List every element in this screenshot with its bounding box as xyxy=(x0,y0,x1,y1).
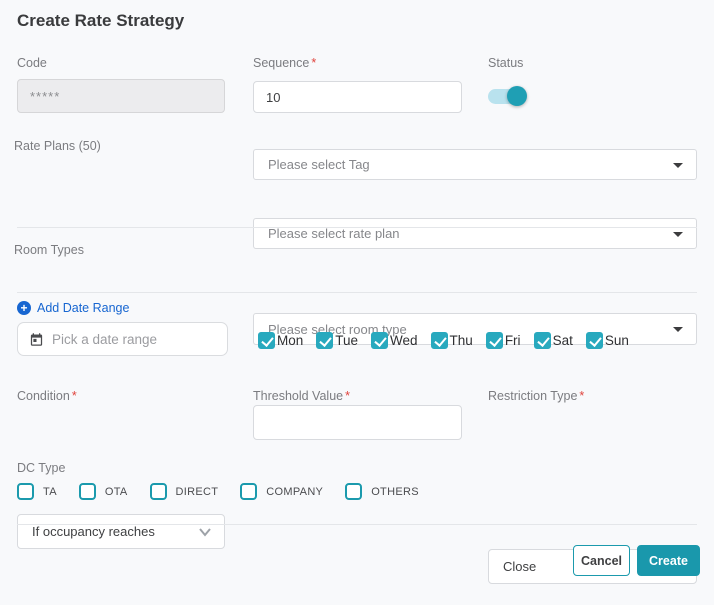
caret-down-icon xyxy=(673,163,683,168)
dc-checkbox-ota[interactable]: OTA xyxy=(79,483,128,500)
status-label: Status xyxy=(488,56,523,70)
dc-type-checkbox-row: TA OTA DIRECT COMPANY OTHERS xyxy=(17,483,441,500)
threshold-value-input[interactable] xyxy=(253,405,462,440)
date-range-input[interactable]: Pick a date range xyxy=(17,322,228,356)
checkbox-icon[interactable] xyxy=(486,332,503,349)
restriction-label-text: Restriction Type xyxy=(488,389,577,403)
create-button[interactable]: Create xyxy=(637,545,700,576)
day-label: Thu xyxy=(450,333,473,348)
dc-checkbox-direct[interactable]: DIRECT xyxy=(150,483,219,500)
checkbox-icon[interactable] xyxy=(258,332,275,349)
day-checkbox-wed[interactable]: Wed xyxy=(371,332,418,349)
add-date-range-link[interactable]: + Add Date Range xyxy=(17,301,129,315)
dc-checkbox-ta[interactable]: TA xyxy=(17,483,57,500)
chevron-down-icon xyxy=(199,527,211,537)
cancel-button[interactable]: Cancel xyxy=(573,545,630,576)
caret-down-icon xyxy=(673,327,683,332)
day-checkbox-sun[interactable]: Sun xyxy=(586,332,629,349)
restriction-type-label: Restriction Type* xyxy=(488,389,584,403)
dc-checkbox-company[interactable]: COMPANY xyxy=(240,483,323,500)
calendar-icon xyxy=(29,332,44,347)
dc-type-label: DC Type xyxy=(17,461,65,475)
checkbox-icon[interactable] xyxy=(345,483,362,500)
days-checkbox-row: Mon Tue Wed Thu Fri Sat Sun xyxy=(258,332,629,349)
dc-label: COMPANY xyxy=(266,486,323,498)
checkbox-icon[interactable] xyxy=(150,483,167,500)
code-input xyxy=(17,79,225,113)
tag-select-placeholder: Please select Tag xyxy=(268,157,370,172)
checkbox-icon[interactable] xyxy=(240,483,257,500)
day-label: Mon xyxy=(277,333,303,348)
checkbox-icon[interactable] xyxy=(17,483,34,500)
dc-label: OTHERS xyxy=(371,486,419,498)
required-asterisk: * xyxy=(72,389,77,403)
threshold-label: Threshold Value* xyxy=(253,389,350,403)
day-label: Sat xyxy=(553,333,573,348)
day-checkbox-thu[interactable]: Thu xyxy=(431,332,473,349)
status-toggle[interactable] xyxy=(488,89,525,104)
required-asterisk: * xyxy=(345,389,350,403)
day-checkbox-fri[interactable]: Fri xyxy=(486,332,521,349)
rate-plan-select-placeholder: Please select rate plan xyxy=(268,226,400,241)
restriction-select-value: Close xyxy=(503,559,536,574)
checkbox-icon[interactable] xyxy=(534,332,551,349)
day-label: Wed xyxy=(390,333,418,348)
dc-label: OTA xyxy=(105,486,128,498)
condition-label-text: Condition xyxy=(17,389,70,403)
dc-checkbox-others[interactable]: OTHERS xyxy=(345,483,419,500)
dc-label: DIRECT xyxy=(176,486,219,498)
checkbox-icon[interactable] xyxy=(79,483,96,500)
dc-label: TA xyxy=(43,486,57,498)
checkbox-icon[interactable] xyxy=(431,332,448,349)
checkbox-icon[interactable] xyxy=(586,332,603,349)
required-asterisk: * xyxy=(311,56,316,70)
divider xyxy=(17,524,697,525)
day-checkbox-sat[interactable]: Sat xyxy=(534,332,573,349)
divider xyxy=(17,227,697,228)
threshold-label-text: Threshold Value xyxy=(253,389,343,403)
toggle-thumb-icon xyxy=(507,86,527,106)
sequence-label: Sequence* xyxy=(253,56,316,70)
room-types-label: Room Types xyxy=(14,243,84,257)
rate-plan-select[interactable]: Please select rate plan xyxy=(253,218,697,249)
plus-circle-icon: + xyxy=(17,301,31,315)
condition-label: Condition* xyxy=(17,389,77,403)
sequence-input[interactable] xyxy=(253,81,462,113)
add-date-range-label: Add Date Range xyxy=(37,301,129,315)
day-checkbox-tue[interactable]: Tue xyxy=(316,332,358,349)
code-label: Code xyxy=(17,56,47,70)
day-checkbox-mon[interactable]: Mon xyxy=(258,332,303,349)
day-label: Tue xyxy=(335,333,358,348)
rate-plans-label: Rate Plans (50) xyxy=(14,139,101,153)
day-label: Fri xyxy=(505,333,521,348)
tag-select[interactable]: Please select Tag xyxy=(253,149,697,180)
checkbox-icon[interactable] xyxy=(316,332,333,349)
date-range-placeholder: Pick a date range xyxy=(52,332,157,347)
required-asterisk: * xyxy=(579,389,584,403)
page-title: Create Rate Strategy xyxy=(17,11,184,31)
divider xyxy=(17,292,697,293)
condition-select[interactable]: If occupancy reaches xyxy=(17,514,225,549)
caret-down-icon xyxy=(673,232,683,237)
day-label: Sun xyxy=(605,333,629,348)
condition-select-value: If occupancy reaches xyxy=(32,524,155,539)
sequence-label-text: Sequence xyxy=(253,56,309,70)
checkbox-icon[interactable] xyxy=(371,332,388,349)
